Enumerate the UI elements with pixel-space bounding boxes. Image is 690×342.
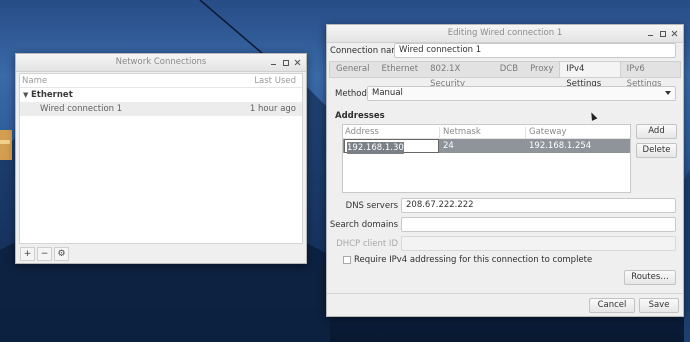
dialog-footer: Cancel Save xyxy=(327,293,683,316)
addresses-heading: Addresses xyxy=(335,111,385,121)
address-row[interactable]: 192.168.1.30 24 192.168.1.254 xyxy=(343,139,630,154)
nc-toolbar: + − ⚙ xyxy=(20,247,69,261)
dhcp-client-id-label: DHCP client ID xyxy=(336,239,398,249)
connections-list: Name Last Used ▼ Ethernet Wired connecti… xyxy=(19,73,303,244)
dns-servers-label: DNS servers xyxy=(345,201,398,211)
tab-ethernet[interactable]: Ethernet xyxy=(376,62,425,77)
address-cell-editor[interactable]: 192.168.1.30 xyxy=(344,139,439,154)
editor-titlebar[interactable]: Editing Wired connection 1 xyxy=(327,25,683,43)
close-icon[interactable] xyxy=(292,57,303,68)
dns-servers-input[interactable]: 208.67.222.222 xyxy=(401,198,676,213)
search-domains-input[interactable] xyxy=(401,217,676,232)
search-domains-label: Search domains xyxy=(329,220,398,230)
add-address-button[interactable]: Add xyxy=(636,124,677,139)
nc-titlebar[interactable]: Network Connections xyxy=(16,54,306,72)
group-ethernet[interactable]: ▼ Ethernet xyxy=(20,88,302,102)
require-ipv4-checkbox[interactable] xyxy=(343,256,351,264)
connection-row[interactable]: Wired connection 1 1 hour ago xyxy=(20,102,302,116)
routes-button[interactable]: Routes… xyxy=(624,270,676,285)
tab-ipv4-settings[interactable]: IPv4 Settings xyxy=(559,62,621,89)
tab-general[interactable]: General xyxy=(330,62,376,77)
nc-title: Network Connections xyxy=(115,57,207,67)
settings-gear-icon[interactable]: ⚙ xyxy=(54,247,69,261)
netmask-column-header[interactable]: Netmask xyxy=(443,127,481,137)
cancel-button[interactable]: Cancel xyxy=(589,298,635,313)
address-cell-value: 192.168.1.30 xyxy=(347,142,404,154)
tab-8021x-security[interactable]: 802.1X Security xyxy=(424,62,494,89)
connection-name: Wired connection 1 xyxy=(40,104,123,114)
close-icon[interactable] xyxy=(669,28,680,39)
method-label: Method xyxy=(335,89,367,99)
editor-title: Editing Wired connection 1 xyxy=(447,28,563,38)
require-ipv4-label[interactable]: Require IPv4 addressing for this connect… xyxy=(354,255,592,265)
addresses-table-header: Address Netmask Gateway xyxy=(343,125,630,140)
remove-connection-button[interactable]: − xyxy=(37,247,52,261)
addresses-table: Address Netmask Gateway 192.168.1.30 24 … xyxy=(342,124,631,193)
gateway-column-header[interactable]: Gateway xyxy=(529,127,567,137)
dhcp-client-id-input xyxy=(401,236,676,251)
method-value: Manual xyxy=(372,88,403,98)
save-button[interactable]: Save xyxy=(639,298,679,313)
maximize-icon[interactable] xyxy=(657,28,668,39)
gateway-cell[interactable]: 192.168.1.254 xyxy=(529,141,591,151)
delete-address-button[interactable]: Delete xyxy=(636,143,677,158)
settings-tabs: General Ethernet 802.1X Security DCB Pro… xyxy=(329,61,681,89)
netmask-cell[interactable]: 24 xyxy=(443,141,454,151)
column-name-header[interactable]: Name xyxy=(22,76,47,86)
address-column-header[interactable]: Address xyxy=(345,127,379,137)
column-last-used-header[interactable]: Last Used xyxy=(254,76,296,86)
dropdown-caret-icon xyxy=(665,91,671,95)
tab-proxy[interactable]: Proxy xyxy=(524,62,559,77)
connection-last-used: 1 hour ago xyxy=(249,104,296,114)
minimize-icon[interactable] xyxy=(645,28,656,39)
tab-ipv6-settings[interactable]: IPv6 Settings xyxy=(621,62,680,89)
method-dropdown[interactable]: Manual xyxy=(367,86,676,101)
minimize-icon[interactable] xyxy=(268,57,279,68)
group-label: Ethernet xyxy=(31,90,73,100)
expander-down-icon[interactable]: ▼ xyxy=(23,91,28,99)
list-header: Name Last Used xyxy=(20,74,302,88)
add-connection-button[interactable]: + xyxy=(20,247,35,261)
network-connections-window: Network Connections Name Last Used ▼ Eth… xyxy=(15,53,307,264)
tab-dcb[interactable]: DCB xyxy=(494,62,524,77)
edit-connection-dialog: Editing Wired connection 1 Connection na… xyxy=(326,24,684,317)
maximize-icon[interactable] xyxy=(280,57,291,68)
connection-name-input[interactable]: Wired connection 1 xyxy=(394,43,676,58)
